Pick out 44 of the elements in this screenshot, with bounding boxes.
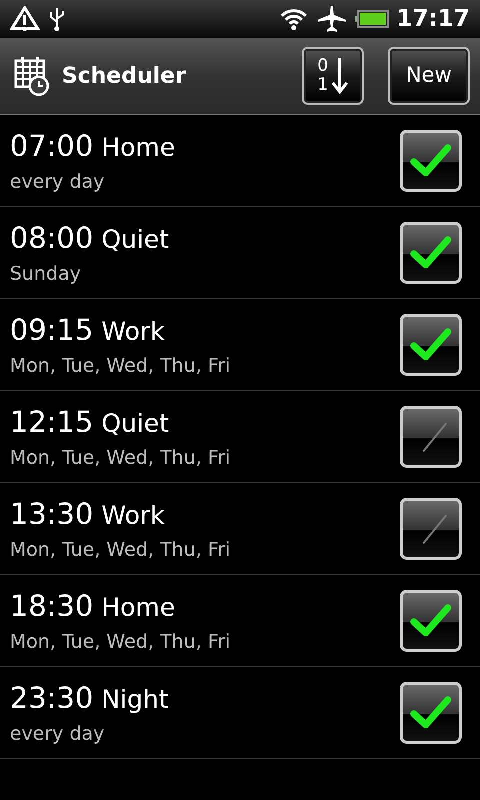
- calendar-clock-icon: [14, 56, 50, 96]
- schedule-time: 12:15: [10, 404, 94, 440]
- profile-name: Quiet: [102, 224, 170, 256]
- enable-checkbox[interactable]: [400, 498, 462, 560]
- enable-checkbox[interactable]: [400, 314, 462, 376]
- checkmark-icon: [409, 234, 453, 272]
- schedule-time: 13:30: [10, 496, 94, 532]
- repeat-days: Sunday: [10, 260, 400, 288]
- enable-checkbox[interactable]: [400, 590, 462, 652]
- new-button[interactable]: New: [388, 47, 470, 105]
- profile-name: Home: [102, 592, 176, 624]
- battery-icon: [354, 10, 389, 28]
- repeat-days: every day: [10, 720, 400, 748]
- repeat-days: Mon, Tue, Wed, Thu, Fri: [10, 352, 400, 380]
- airplane-icon: [316, 5, 347, 33]
- enable-checkbox[interactable]: [400, 406, 462, 468]
- checkmark-icon: [409, 694, 453, 732]
- sort-button[interactable]: 0 1: [302, 47, 364, 105]
- repeat-days: every day: [10, 168, 400, 196]
- enable-checkbox[interactable]: [400, 130, 462, 192]
- profile-name: Work: [102, 500, 165, 532]
- schedule-time: 09:15: [10, 312, 94, 348]
- schedule-time: 18:30: [10, 588, 94, 624]
- checkmark-icon: [409, 142, 453, 180]
- repeat-days: Mon, Tue, Wed, Thu, Fri: [10, 444, 400, 472]
- checkmark-icon: [409, 326, 453, 364]
- profile-name: Night: [102, 684, 169, 716]
- enable-checkbox[interactable]: [400, 222, 462, 284]
- repeat-days: Mon, Tue, Wed, Thu, Fri: [10, 628, 400, 656]
- app-title: Scheduler: [62, 62, 186, 90]
- checkmark-icon: [409, 602, 453, 640]
- enable-checkbox[interactable]: [400, 682, 462, 744]
- repeat-days: Mon, Tue, Wed, Thu, Fri: [10, 536, 400, 564]
- clock-time: 17:17: [396, 4, 470, 34]
- profile-name: Home: [102, 132, 176, 164]
- alert-icon: [10, 6, 40, 32]
- profile-name: Work: [102, 316, 165, 348]
- usb-icon: [48, 6, 66, 32]
- schedule-time: 08:00: [10, 220, 94, 256]
- profile-name: Quiet: [102, 408, 170, 440]
- schedule-time: 07:00: [10, 128, 94, 164]
- down-arrow-icon: [332, 57, 348, 95]
- sort-order-label: 0 1: [318, 57, 328, 95]
- schedule-time: 23:30: [10, 680, 94, 716]
